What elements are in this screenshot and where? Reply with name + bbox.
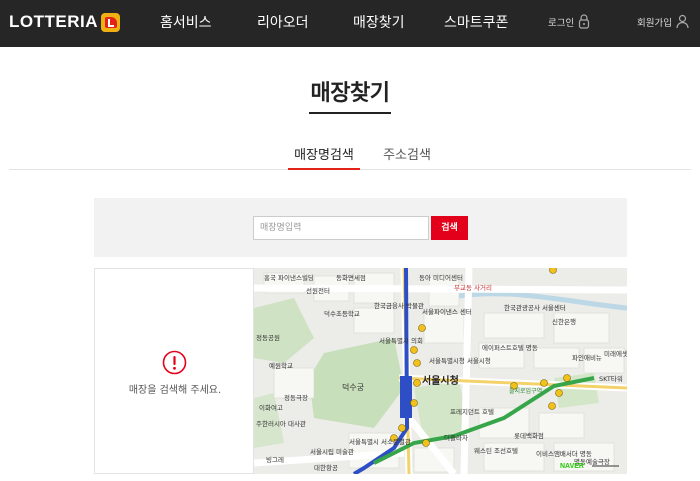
map-label-euljiro: 을지로입구역	[509, 387, 542, 395]
map-label-finance: 홍국 파이낸스빌딩	[264, 273, 314, 282]
map-label-art-museum: 서울시립 미술관	[310, 447, 354, 456]
map-label-deoksugung: 덕수궁	[342, 382, 364, 392]
map-label-skt: SKT타워	[599, 374, 623, 383]
join-link[interactable]: 회원가입	[637, 14, 689, 29]
logo-mark-icon	[101, 12, 120, 32]
map-label-donga: 동아 미디어센터	[419, 273, 463, 282]
map-label-russia: 주한러시아 대사관	[256, 419, 306, 428]
result-panel: 매장을 검색해 주세요.	[94, 268, 254, 474]
map-label-lotte: 롯데백화점	[514, 431, 544, 440]
map-label-shinhan: 신한은행	[552, 317, 576, 326]
result-message: 매장을 검색해 주세요.	[128, 385, 222, 396]
search-panel: 검색	[94, 198, 627, 257]
search-tabs: 매장명검색 주소검색	[9, 140, 691, 170]
login-link[interactable]: 로그인	[548, 14, 590, 29]
map-label-jeongdong-theater: 정동극장	[284, 393, 308, 402]
map-label-seonwonjeon: 선원전터	[306, 286, 330, 295]
map-label-jeongdong-park: 정동공원	[256, 333, 280, 342]
map-label-finance-museum: 한국금융사 박물관	[374, 301, 424, 310]
tab-address-search[interactable]: 주소검색	[375, 144, 439, 170]
map-label-president: 프레지던트 호텔	[450, 407, 494, 416]
map-canvas[interactable]: 홍국 파이낸스빌딩 선원전터 동화면세점 동아 미디어센터 무교동 사거리 한국…	[254, 268, 627, 474]
nav-smart-coupon[interactable]: 스마트쿠폰	[444, 12, 508, 32]
map-label-mirae: 미래에셋 센터원	[604, 349, 627, 358]
map-label-cityhall-building: 서울특별시청 서울시청	[429, 356, 491, 365]
map-label-plaza: 더플라자	[444, 433, 468, 442]
store-name-input[interactable]	[253, 216, 429, 240]
tab-store-name-search[interactable]: 매장명검색	[288, 144, 360, 170]
logo-text: LOTTERIA	[9, 12, 98, 31]
lock-icon	[579, 14, 590, 29]
user-icon	[676, 14, 689, 29]
map-label-deoksu-school: 덕수초등학교	[324, 309, 360, 318]
map-label-duty-free: 동화면세점	[336, 273, 366, 282]
map-label-ibis: 이비스앰배서더 명동	[536, 449, 592, 458]
map-label-korean-air: 대한항공	[314, 463, 338, 472]
alert-circle-icon	[162, 350, 187, 375]
nav-store-finder[interactable]: 매장찾기	[353, 12, 405, 32]
map-label-city-hall: 서울시청	[422, 374, 459, 387]
map-label-ewha: 이화여고	[259, 403, 283, 412]
page-title-wrap: 매장찾기	[0, 75, 700, 114]
lotteria-logo[interactable]: LOTTERIA	[9, 12, 120, 32]
nav-home-service[interactable]: 홈서비스	[160, 12, 212, 32]
map-label-westin: 웨스틴 조선호텔	[474, 446, 518, 455]
search-button[interactable]: 검색	[431, 216, 468, 240]
map-label-mugyo: 무교동 사거리	[454, 283, 492, 292]
join-label: 회원가입	[637, 17, 672, 29]
map-label-seoul-finance: 서울파이낸스 센터	[422, 307, 472, 316]
map-label-yewon: 예원학교	[269, 361, 293, 370]
page-title: 매장찾기	[308, 75, 392, 114]
login-label: 로그인	[548, 17, 575, 29]
naver-logo: NAVER	[560, 463, 584, 470]
store-map[interactable]: 홍국 파이낸스빌딩 선원전터 동화면세점 동아 미디어센터 무교동 사거리 한국…	[254, 268, 627, 474]
nav-ria-order[interactable]: 리아오더	[257, 12, 309, 32]
map-label-council: 서울특별시 의회	[379, 336, 423, 345]
map-label-seosomun: 서울특별시 서소문별관	[349, 437, 411, 446]
top-header: LOTTERIA 홈서비스 리아오더 매장찾기 스마트쿠폰 로그인 회원가입	[0, 0, 700, 47]
map-label-binggrae: 빙그레	[266, 455, 284, 464]
map-label-pine: 파인애비뉴	[572, 353, 602, 362]
map-label-tourism: 한국관광공사 서울센터	[504, 303, 566, 312]
map-label-a-first: 에이퍼스트호텔 명동	[482, 343, 538, 352]
